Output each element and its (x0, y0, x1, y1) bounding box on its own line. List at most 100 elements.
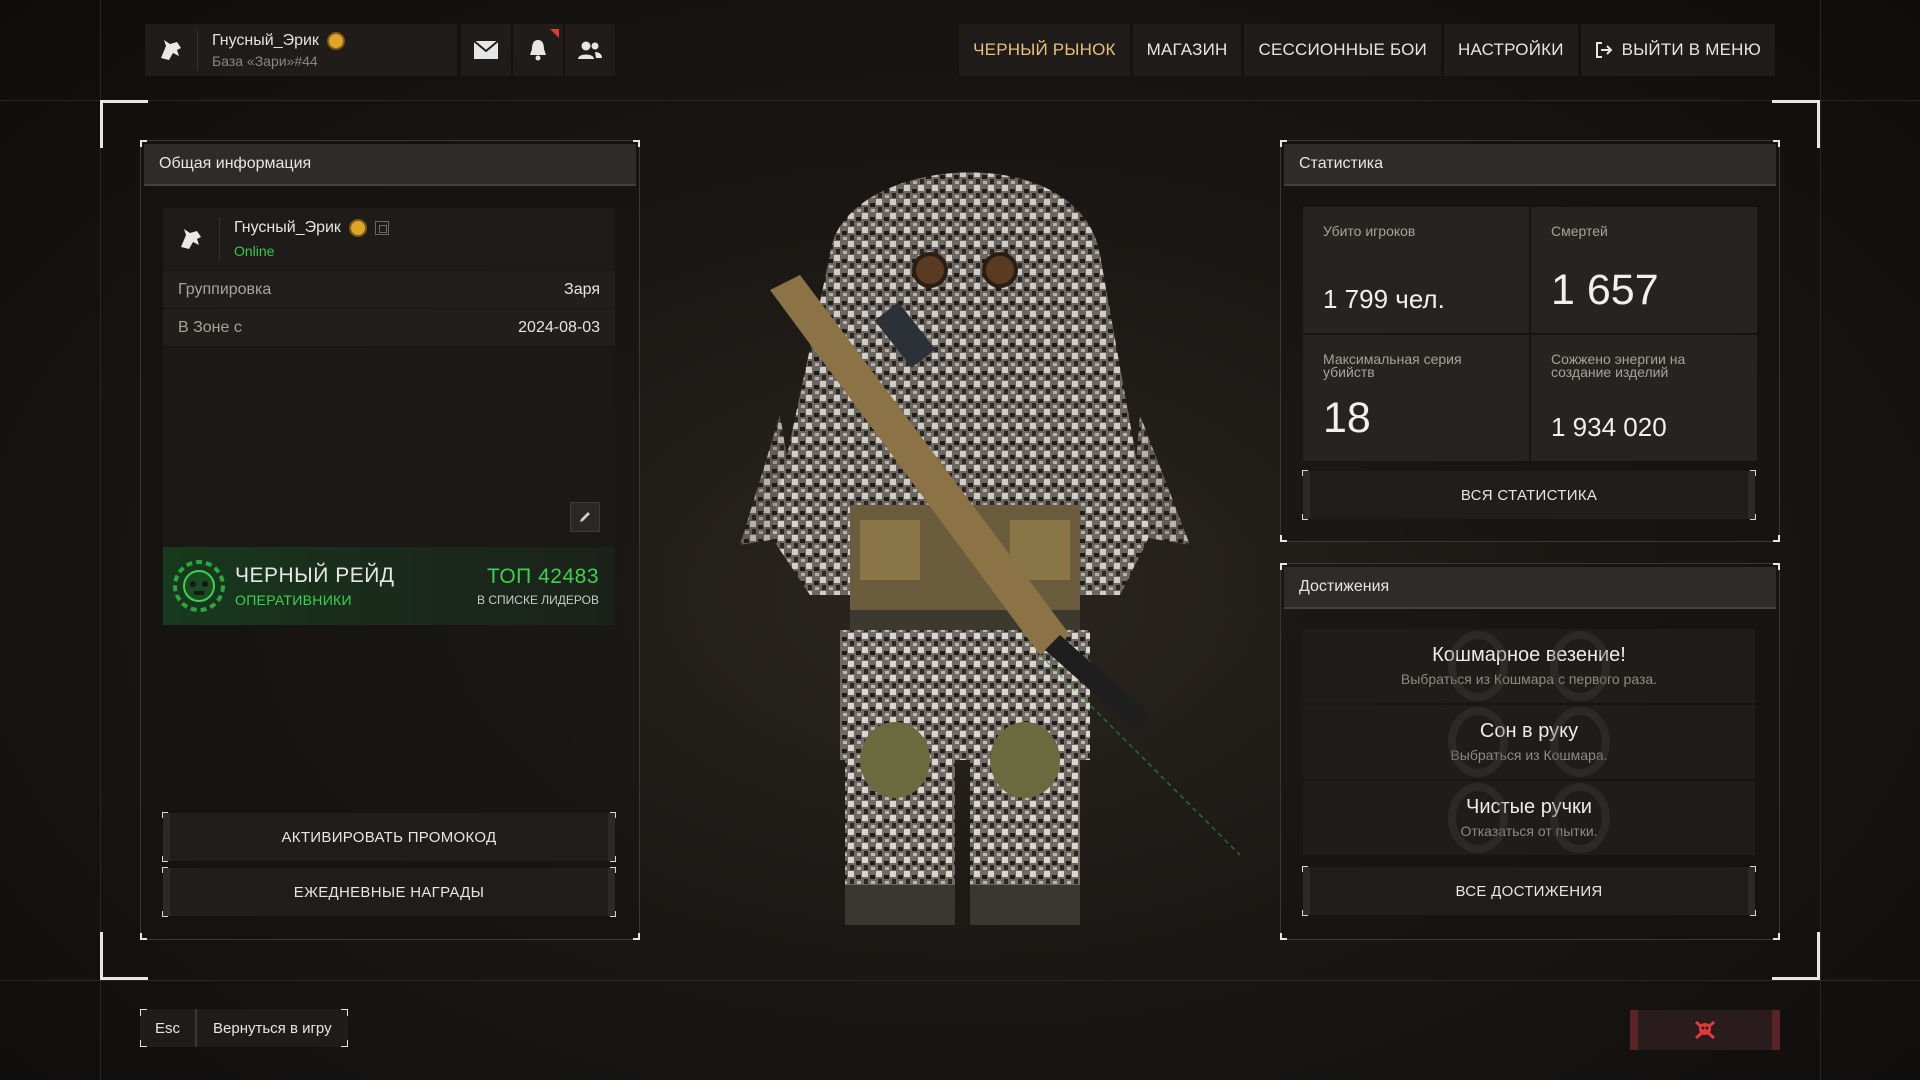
profile-name: Гнусный_Эрик (234, 219, 341, 236)
button-corner (1302, 866, 1308, 872)
edit-about-button[interactable] (570, 502, 600, 532)
player-badge[interactable]: Гнусный_Эрик База «Зари»#44 (145, 24, 457, 76)
achievement-title: Чистые ручки (1466, 796, 1592, 818)
laurel-icon (1448, 631, 1508, 701)
stat-streak-value: 18 (1323, 394, 1371, 442)
raid-emblem-icon (173, 560, 225, 612)
frame-line-right (1820, 0, 1821, 1080)
nav-session-battles[interactable]: СЕССИОННЫЕ БОИ (1244, 24, 1441, 76)
laurel-icon (1448, 707, 1508, 777)
raid-rank-caption: В СПИСКЕ ЛИДЕРОВ (477, 593, 599, 607)
panel-corner (1280, 535, 1287, 542)
all-stats-button[interactable]: ВСЯ СТАТИСТИКА (1302, 470, 1756, 520)
achievement-item[interactable]: Сон в руку Выбраться из Кошмара. (1303, 705, 1755, 779)
zone-value: 2024-08-03 (518, 318, 600, 336)
nav-shop[interactable]: МАГАЗИН (1132, 24, 1242, 76)
stat-kills-value: 1 799 чел. (1323, 284, 1445, 314)
activate-promo-button[interactable]: АКТИВИРОВАТЬ ПРОМОКОД (162, 812, 616, 862)
raid-rank: ТОП 42483 (486, 565, 599, 588)
friends-button[interactable] (565, 24, 615, 76)
daily-rewards-label: ЕЖЕДНЕВНЫЕ НАГРАДЫ (293, 883, 485, 901)
all-stats-label: ВСЯ СТАТИСТИКА (1460, 486, 1598, 504)
exit-icon (1595, 41, 1613, 59)
character-model[interactable] (680, 115, 1241, 970)
frame-line-left (100, 0, 101, 1080)
achievement-title: Кошмарное везение! (1432, 644, 1626, 666)
all-achievements-button[interactable]: ВСЕ ДОСТИЖЕНИЯ (1302, 866, 1756, 916)
button-corner (1302, 910, 1308, 916)
stats-title: Статистика (1284, 144, 1776, 186)
laurel-icon (1550, 707, 1610, 777)
panel-corner (1773, 933, 1780, 940)
button-corner (610, 867, 616, 873)
stats-grid: Убито игроков 1 799 чел. Смертей 1 657 М… (1303, 207, 1757, 461)
nav-settings-label: НАСТРОЙКИ (1457, 40, 1564, 59)
stat-kills-label: Убито игроков (1323, 223, 1416, 239)
faction-value: Заря (564, 280, 600, 298)
stat-energy-value: 1 934 020 (1551, 412, 1667, 442)
button-corner (162, 812, 168, 818)
nav-settings[interactable]: НАСТРОЙКИ (1443, 24, 1578, 76)
achievements-panel: Достижения Кошмарное везение! Выбраться … (1280, 563, 1780, 940)
achievements-title: Достижения (1284, 567, 1776, 609)
wolf-icon (161, 40, 181, 60)
notifications-button[interactable] (513, 24, 563, 76)
online-status: Online (234, 243, 275, 259)
panel-corner (633, 140, 640, 147)
button-corner (140, 1009, 147, 1016)
skull-crossbones-icon (1695, 1020, 1715, 1040)
back-to-game-label: Вернуться в игру (197, 1009, 348, 1047)
stat-energy-label: Сожжено энергии на создание изделий (1551, 351, 1686, 380)
panel-corner (1773, 535, 1780, 542)
stat-streak: Максимальная серия убийств 18 (1303, 335, 1529, 461)
profile-row: Гнусный_Эрик Online (163, 208, 615, 270)
notification-dot (550, 29, 559, 38)
nav-exit-menu-label: ВЫЙТИ В МЕНЮ (1621, 40, 1761, 59)
panel-corner (1280, 563, 1287, 570)
rank-icon (326, 31, 345, 50)
button-corner (162, 867, 168, 873)
profile-card: Гнусный_Эрик Online Группировка Заря В З… (163, 208, 615, 625)
button-corner (1750, 470, 1756, 476)
achievement-title: Сон в руку (1479, 720, 1579, 742)
panel-corner (1280, 140, 1287, 147)
button-corner (140, 1040, 147, 1047)
panel-corner (140, 933, 147, 940)
faction-label: Группировка (178, 280, 272, 298)
button-corner (1750, 514, 1756, 520)
character-image (740, 172, 1241, 925)
button-corner (1750, 910, 1756, 916)
achievement-desc: Отказаться от пытки. (1460, 823, 1598, 839)
raid-title: ЧЕРНЫЙ РЕЙД (235, 564, 395, 587)
back-to-game[interactable]: Esc Вернуться в игру (140, 1009, 348, 1047)
button-corner (610, 856, 616, 862)
daily-rewards-button[interactable]: ЕЖЕДНЕВНЫЕ НАГРАДЫ (162, 867, 616, 917)
button-corner (1302, 470, 1308, 476)
button-corner (162, 856, 168, 862)
button-corner (1302, 514, 1308, 520)
stat-kills: Убито игроков 1 799 чел. (1303, 207, 1529, 333)
stat-deaths-label: Смертей (1551, 223, 1608, 239)
nav-session-battles-label: СЕССИОННЫЕ БОИ (1258, 40, 1427, 59)
nav-black-market[interactable]: ЧЕРНЫЙ РЫНОК (959, 24, 1130, 76)
stat-deaths-value: 1 657 (1551, 266, 1659, 314)
mail-icon (473, 40, 499, 59)
bell-icon (530, 40, 546, 61)
achievement-item[interactable]: Кошмарное везение! Выбраться из Кошмара … (1303, 629, 1755, 703)
copy-icon[interactable] (374, 221, 389, 235)
report-button[interactable] (1630, 1010, 1780, 1050)
general-info-panel: Общая информация Гнусный_Эрик Online Гру… (140, 140, 640, 940)
player-base: База «Зари»#44 (212, 52, 318, 69)
player-avatar (145, 24, 197, 76)
panel-corner (1280, 933, 1287, 940)
nav-black-market-label: ЧЕРНЫЙ РЫНОК (973, 40, 1116, 59)
black-raid-banner[interactable]: ЧЕРНЫЙ РЕЙД ОПЕРАТИВНИКИ ТОП 42483 В СПИ… (163, 547, 615, 625)
nav-exit-menu[interactable]: ВЫЙТИ В МЕНЮ (1580, 24, 1775, 76)
stat-deaths: Смертей 1 657 (1531, 207, 1757, 333)
achievement-item[interactable]: Чистые ручки Отказаться от пытки. (1303, 781, 1755, 855)
pencil-icon (580, 512, 590, 522)
mail-button[interactable] (461, 24, 511, 76)
raid-subtitle: ОПЕРАТИВНИКИ (235, 592, 352, 608)
stat-streak-label: Максимальная серия убийств (1323, 351, 1462, 380)
general-info-title: Общая информация (144, 144, 636, 186)
